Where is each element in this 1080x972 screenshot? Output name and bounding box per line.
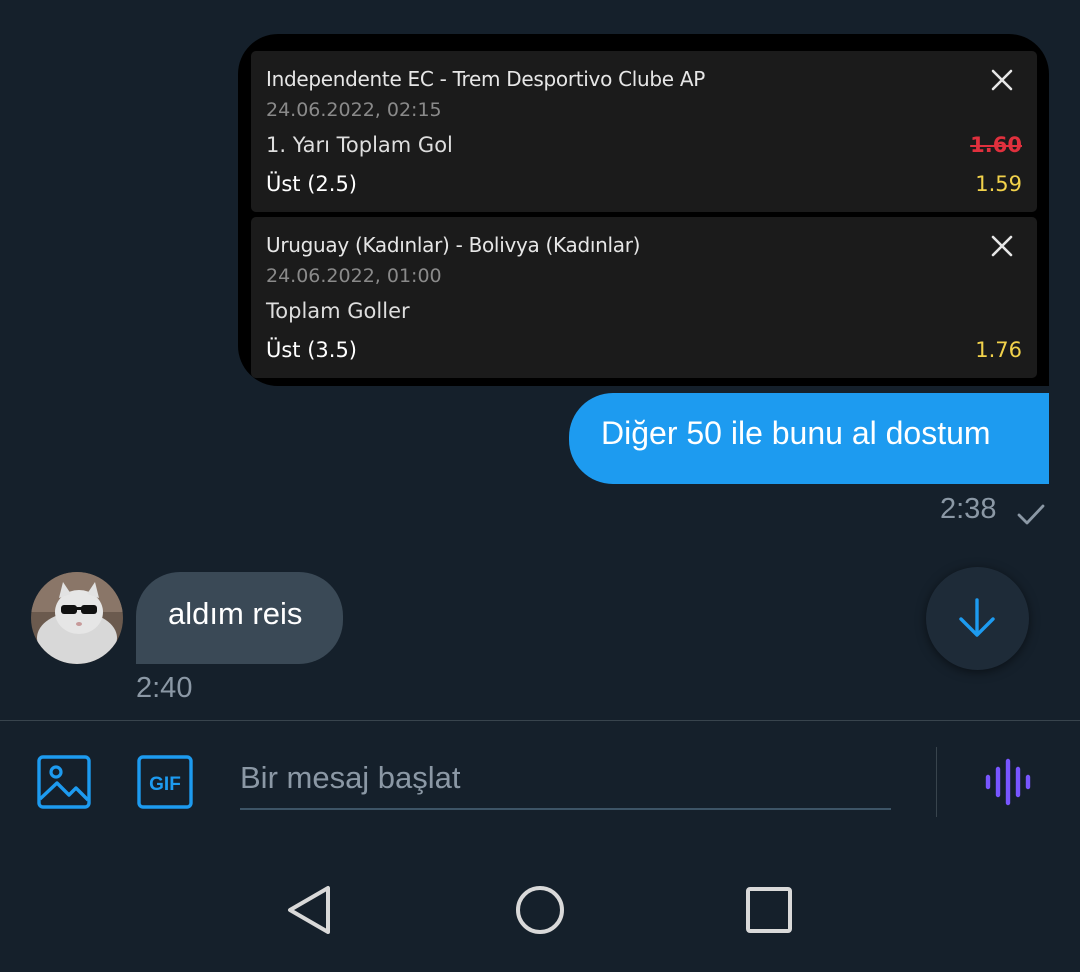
bet-date: 24.06.2022, 02:15: [266, 99, 442, 121]
voice-waveform-icon[interactable]: [984, 758, 1032, 806]
sent-message-bubble[interactable]: Diğer 50 ile bunu al dostum: [569, 393, 1049, 484]
close-icon: [991, 69, 1013, 91]
bet-odd: 1.59: [975, 172, 1022, 196]
bet-selection: Üst (2.5): [266, 172, 358, 196]
bet-date: 24.06.2022, 01:00: [266, 265, 442, 287]
message-input[interactable]: [240, 748, 891, 810]
previous-odd: 1.60: [970, 133, 1022, 157]
scroll-to-bottom-button[interactable]: [926, 567, 1029, 670]
cat-avatar-icon: [31, 572, 123, 664]
bet-odd: 1.76: [975, 338, 1022, 362]
gif-label: GIF: [149, 774, 181, 795]
home-icon[interactable]: [514, 884, 566, 936]
bet-slip-image[interactable]: Independente EC - Trem Desportivo Clube …: [238, 34, 1049, 386]
received-message-time: 2:40: [136, 672, 193, 704]
image-icon[interactable]: [37, 755, 91, 809]
gif-button[interactable]: GIF: [137, 755, 193, 809]
bet-card: Independente EC - Trem Desportivo Clube …: [251, 51, 1037, 212]
bet-match: Independente EC - Trem Desportivo Clube …: [266, 67, 705, 91]
sent-message-time: 2:38: [940, 493, 997, 525]
composer-separator: [936, 747, 937, 817]
bet-market: 1. Yarı Toplam Gol: [266, 133, 453, 157]
composer-divider: [0, 720, 1080, 721]
bet-match: Uruguay (Kadınlar) - Bolivya (Kadınlar): [266, 233, 641, 257]
back-icon[interactable]: [286, 884, 332, 936]
received-message-bubble[interactable]: aldım reis: [136, 572, 343, 664]
arrow-down-icon: [959, 598, 995, 637]
bet-selection: Üst (3.5): [266, 338, 358, 362]
recents-icon[interactable]: [745, 886, 793, 934]
avatar[interactable]: [31, 572, 123, 664]
bet-market: Toplam Goller: [266, 299, 410, 323]
sent-message-text: Diğer 50 ile bunu al dostum: [601, 415, 991, 451]
bet-card: Uruguay (Kadınlar) - Bolivya (Kadınlar) …: [251, 217, 1037, 378]
close-icon: [991, 235, 1013, 257]
received-message-text: aldım reis: [168, 596, 303, 631]
check-icon: [1017, 504, 1045, 525]
